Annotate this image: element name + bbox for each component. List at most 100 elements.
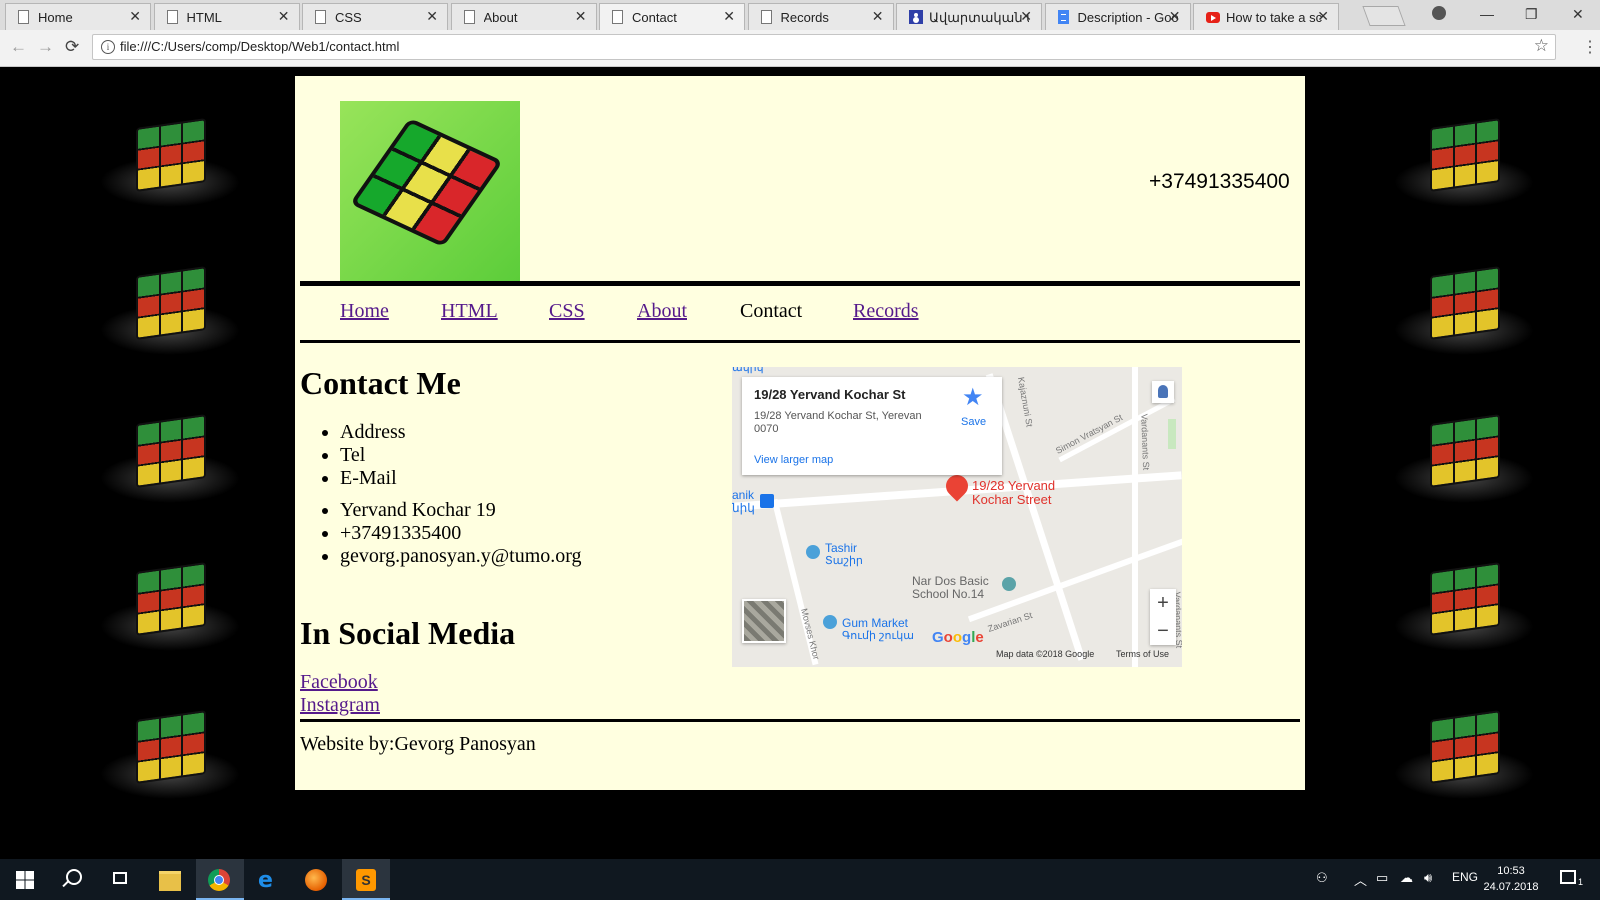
search-icon xyxy=(66,869,82,885)
bookmark-star-icon[interactable]: ☆ xyxy=(1534,36,1549,56)
background-cube-image xyxy=(1394,117,1534,207)
place-address: 19/28 Yervand Kochar St, Yerevan 0070 xyxy=(754,410,922,435)
tashir-label: Tashir xyxy=(825,541,858,555)
edge-taskbar-button[interactable]: e xyxy=(244,859,292,900)
market-label: Gum Market xyxy=(842,616,909,630)
back-icon[interactable]: ← xyxy=(10,37,27,57)
clock-date: 24.07.2018 xyxy=(1483,881,1539,893)
firefox-icon xyxy=(305,869,327,891)
chrome-menu-icon[interactable]: ⋮ xyxy=(1582,37,1598,57)
browser-tab[interactable]: Contact ✕ xyxy=(599,3,745,31)
tab-close-icon[interactable]: ✕ xyxy=(723,8,735,25)
market-label-local: Գումի շուկա xyxy=(842,630,914,642)
tab-page-icon xyxy=(760,10,772,24)
people-icon[interactable]: ⚇ xyxy=(1316,870,1328,886)
location-pin-icon[interactable] xyxy=(941,470,973,502)
metro-label-local: նիկ xyxy=(732,501,755,515)
taskbar-clock[interactable]: 10:53 24.07.2018 xyxy=(1480,863,1542,895)
market-icon xyxy=(823,615,837,629)
nav-link-about[interactable]: About xyxy=(637,300,687,323)
browser-tab[interactable]: Ավարտական ա ✕ xyxy=(896,3,1042,30)
search-button[interactable] xyxy=(48,859,96,900)
browser-tab[interactable]: HTML ✕ xyxy=(153,3,300,30)
nav-link-css[interactable]: CSS xyxy=(549,300,585,323)
show-hidden-icons-chevron-icon[interactable]: ︿ xyxy=(1354,870,1367,889)
input-language[interactable]: ENG xyxy=(1452,870,1478,884)
nav-link-records[interactable]: Records xyxy=(853,300,919,323)
profile-icon[interactable] xyxy=(1432,6,1446,20)
google-logo: Google xyxy=(932,629,984,646)
zoom-in-button[interactable]: + xyxy=(1150,589,1176,617)
zoom-control: + − xyxy=(1150,589,1176,645)
file-explorer-button[interactable] xyxy=(146,859,194,900)
tab-close-icon[interactable]: ✕ xyxy=(1169,8,1181,25)
tab-close-icon[interactable]: ✕ xyxy=(426,8,438,25)
browser-tab[interactable]: How to take a sc ✕ xyxy=(1193,3,1339,30)
poi-label: ակիկ xyxy=(732,367,764,374)
start-button[interactable] xyxy=(0,859,48,900)
tab-close-icon[interactable]: ✕ xyxy=(129,8,141,25)
save-star-icon[interactable]: ★ xyxy=(962,383,984,412)
tab-google-docs-icon xyxy=(1057,10,1069,24)
background-cube-image xyxy=(1394,561,1534,651)
browser-tab[interactable]: Records ✕ xyxy=(747,3,894,30)
nav-link-contact[interactable]: Contact xyxy=(740,300,802,323)
terms-of-use-link[interactable]: Terms of Use xyxy=(1116,649,1169,659)
action-center-icon[interactable] xyxy=(1560,870,1576,884)
instagram-link[interactable]: Instagram xyxy=(300,694,380,717)
embedded-map[interactable]: Kajaznuni St Simon Vratsyan St Vardanant… xyxy=(732,367,1182,667)
browser-tab-strip: Home ✕ HTML ✕ CSS ✕ About ✕ Contact ✕ Records ✕ Ավար… xyxy=(0,0,1600,31)
tab-close-icon[interactable]: ✕ xyxy=(872,8,884,25)
street-label: Kajaznuni St xyxy=(1015,376,1035,428)
map-attribution: Map data ©2018 Google xyxy=(996,649,1095,659)
clock-time: 10:53 xyxy=(1497,865,1525,877)
browser-tab[interactable]: Home ✕ xyxy=(5,3,151,30)
url-text[interactable]: file:///C:/Users/comp/Desktop/Web1/conta… xyxy=(120,39,399,54)
nav-link-home[interactable]: Home xyxy=(340,300,389,323)
satellite-toggle-button[interactable] xyxy=(742,599,786,643)
map-park xyxy=(1168,419,1176,449)
tab-close-icon[interactable]: ✕ xyxy=(1020,8,1032,25)
minimize-icon[interactable]: — xyxy=(1480,6,1494,22)
reload-icon[interactable]: ⟳ xyxy=(65,37,79,57)
site-info-icon[interactable]: i xyxy=(101,40,115,54)
map-road xyxy=(1058,396,1176,463)
sublime-taskbar-button[interactable]: S xyxy=(342,859,390,900)
browser-tab[interactable]: About ✕ xyxy=(450,3,597,30)
tab-close-icon[interactable]: ✕ xyxy=(1317,8,1329,25)
tab-label: Description - Goo xyxy=(1077,10,1178,25)
sublime-text-icon: S xyxy=(356,869,376,891)
contact-value: gevorg.panosyan.y@tumo.org xyxy=(340,545,582,568)
maximize-icon[interactable]: ❐ xyxy=(1525,6,1538,23)
new-tab-button[interactable] xyxy=(1362,6,1406,26)
browser-tab[interactable]: Description - Goo ✕ xyxy=(1044,3,1191,30)
folder-icon xyxy=(159,871,181,891)
save-button[interactable]: Save xyxy=(961,416,986,428)
window-close-icon[interactable]: ✕ xyxy=(1572,6,1584,23)
network-icon[interactable]: ▭ xyxy=(1376,870,1388,886)
chrome-taskbar-button[interactable] xyxy=(196,859,244,900)
street-view-pegman-icon[interactable] xyxy=(1152,381,1174,403)
background-cube-image xyxy=(1394,413,1534,503)
nav-link-html[interactable]: HTML xyxy=(441,300,498,323)
zoom-out-button[interactable]: − xyxy=(1150,617,1176,645)
onedrive-cloud-icon[interactable]: ☁ xyxy=(1400,870,1413,886)
forward-icon[interactable]: → xyxy=(37,37,54,57)
background-cube-image xyxy=(100,117,240,207)
address-bar[interactable]: i file:///C:/Users/comp/Desktop/Web1/con… xyxy=(92,34,1556,60)
place-info-card: 19/28 Yervand Kochar St 19/28 Yervand Ko… xyxy=(742,377,1002,475)
view-larger-map-link[interactable]: View larger map xyxy=(754,454,833,466)
task-view-button[interactable] xyxy=(96,859,144,900)
tab-close-icon[interactable]: ✕ xyxy=(278,8,290,25)
browser-tab[interactable]: CSS ✕ xyxy=(302,3,448,30)
tab-page-icon xyxy=(463,10,475,24)
volume-icon[interactable]: 🔊︎ xyxy=(1424,870,1432,886)
background-cube-image xyxy=(100,709,240,799)
contact-label: E-Mail xyxy=(340,467,406,490)
firefox-taskbar-button[interactable] xyxy=(292,859,340,900)
windows-start-icon xyxy=(16,871,34,889)
map-road xyxy=(1132,367,1138,667)
tab-close-icon[interactable]: ✕ xyxy=(575,8,587,25)
tashir-label-local: Տաշիր xyxy=(825,555,863,567)
facebook-link[interactable]: Facebook xyxy=(300,671,378,694)
